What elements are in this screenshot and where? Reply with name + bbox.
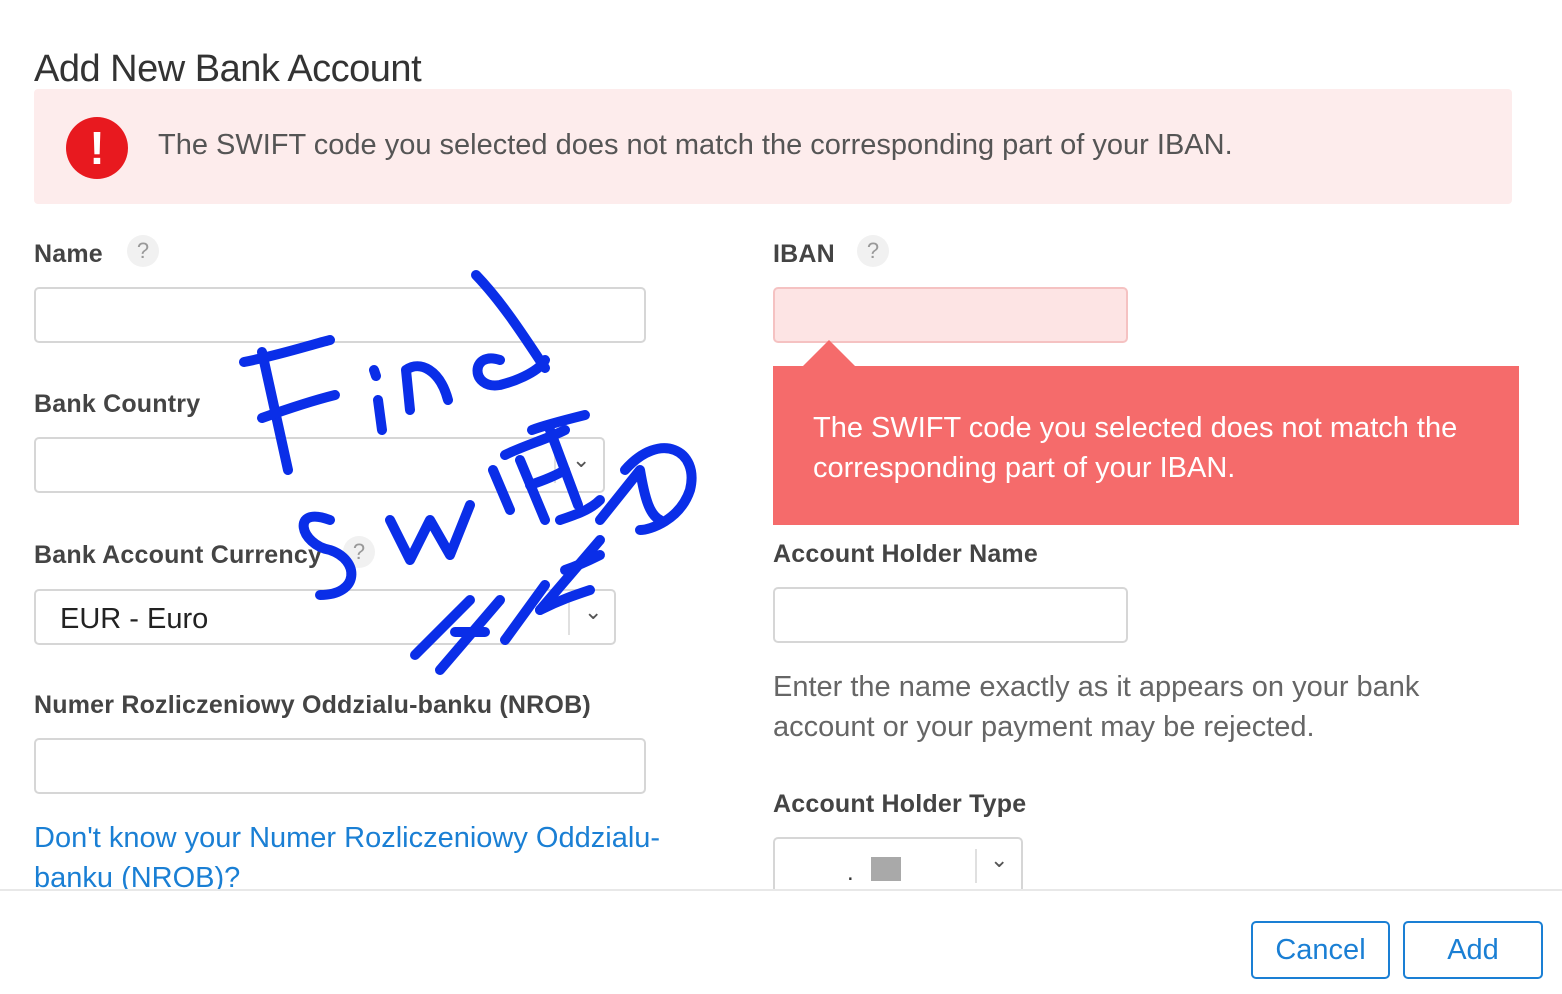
error-alert: ! The SWIFT code you selected does not m…: [34, 89, 1512, 204]
footer-divider: [0, 889, 1562, 891]
currency-help-icon[interactable]: ?: [343, 536, 375, 568]
currency-select[interactable]: EUR - Euro ⌄: [34, 589, 616, 645]
select-dot: .: [847, 859, 854, 886]
name-help-icon[interactable]: ?: [127, 235, 159, 267]
account-holder-hint: Enter the name exactly as it appears on …: [773, 671, 1420, 743]
tooltip-arrow: [802, 340, 856, 367]
error-tooltip: The SWIFT code you selected does not mat…: [773, 366, 1519, 525]
dialog-title: Add New Bank Account: [34, 48, 422, 90]
nrob-label: Numer Rozliczeniowy Oddzialu-banku (NROB…: [34, 691, 591, 719]
annotation-stroke: [472, 353, 550, 391]
add-button[interactable]: Add: [1403, 921, 1543, 979]
iban-label: IBAN: [773, 240, 835, 268]
select-divider: [554, 449, 556, 483]
annotation-stroke: [527, 410, 590, 435]
name-input[interactable]: [34, 287, 646, 343]
annotation-stroke: [560, 550, 605, 575]
annotation-stroke: [401, 361, 453, 415]
nrob-input[interactable]: [34, 738, 646, 794]
account-holder-type-label: Account Holder Type: [773, 790, 1027, 818]
cancel-button[interactable]: Cancel: [1251, 921, 1390, 979]
bank-country-select[interactable]: ⌄: [34, 437, 605, 493]
annotation-stroke: [620, 443, 697, 535]
chevron-down-icon: ⌄: [584, 599, 603, 624]
currency-label: Bank Account Currency: [34, 541, 323, 569]
currency-value: EUR - Euro: [60, 603, 209, 635]
exclamation-icon: !: [66, 117, 128, 179]
account-holder-name-input[interactable]: [773, 587, 1128, 643]
iban-help-icon[interactable]: ?: [857, 235, 889, 267]
iban-input[interactable]: [773, 287, 1128, 343]
account-holder-name-label: Account Holder Name: [773, 540, 1038, 568]
annotation-stroke: [595, 465, 665, 525]
alert-message: The SWIFT code you selected does not mat…: [158, 129, 1233, 161]
name-label: Name: [34, 240, 103, 268]
chevron-down-icon: ⌄: [572, 447, 591, 472]
select-placeholder-block: [871, 857, 901, 881]
annotation-stroke: [373, 395, 387, 435]
tooltip-message: The SWIFT code you selected does not mat…: [813, 412, 1458, 484]
chevron-down-icon: ⌄: [990, 847, 1009, 872]
annotation-stroke: [385, 500, 475, 565]
annotation-stroke: [369, 365, 381, 381]
annotation-stroke: [555, 495, 605, 525]
select-divider: [975, 849, 977, 883]
annotation-stroke: [257, 390, 340, 423]
annotation-stroke: [239, 335, 335, 367]
nrob-help-link[interactable]: Don't know your Numer Rozliczeniowy Oddz…: [34, 818, 714, 898]
bank-country-label: Bank Country: [34, 390, 201, 418]
select-divider: [568, 601, 570, 635]
